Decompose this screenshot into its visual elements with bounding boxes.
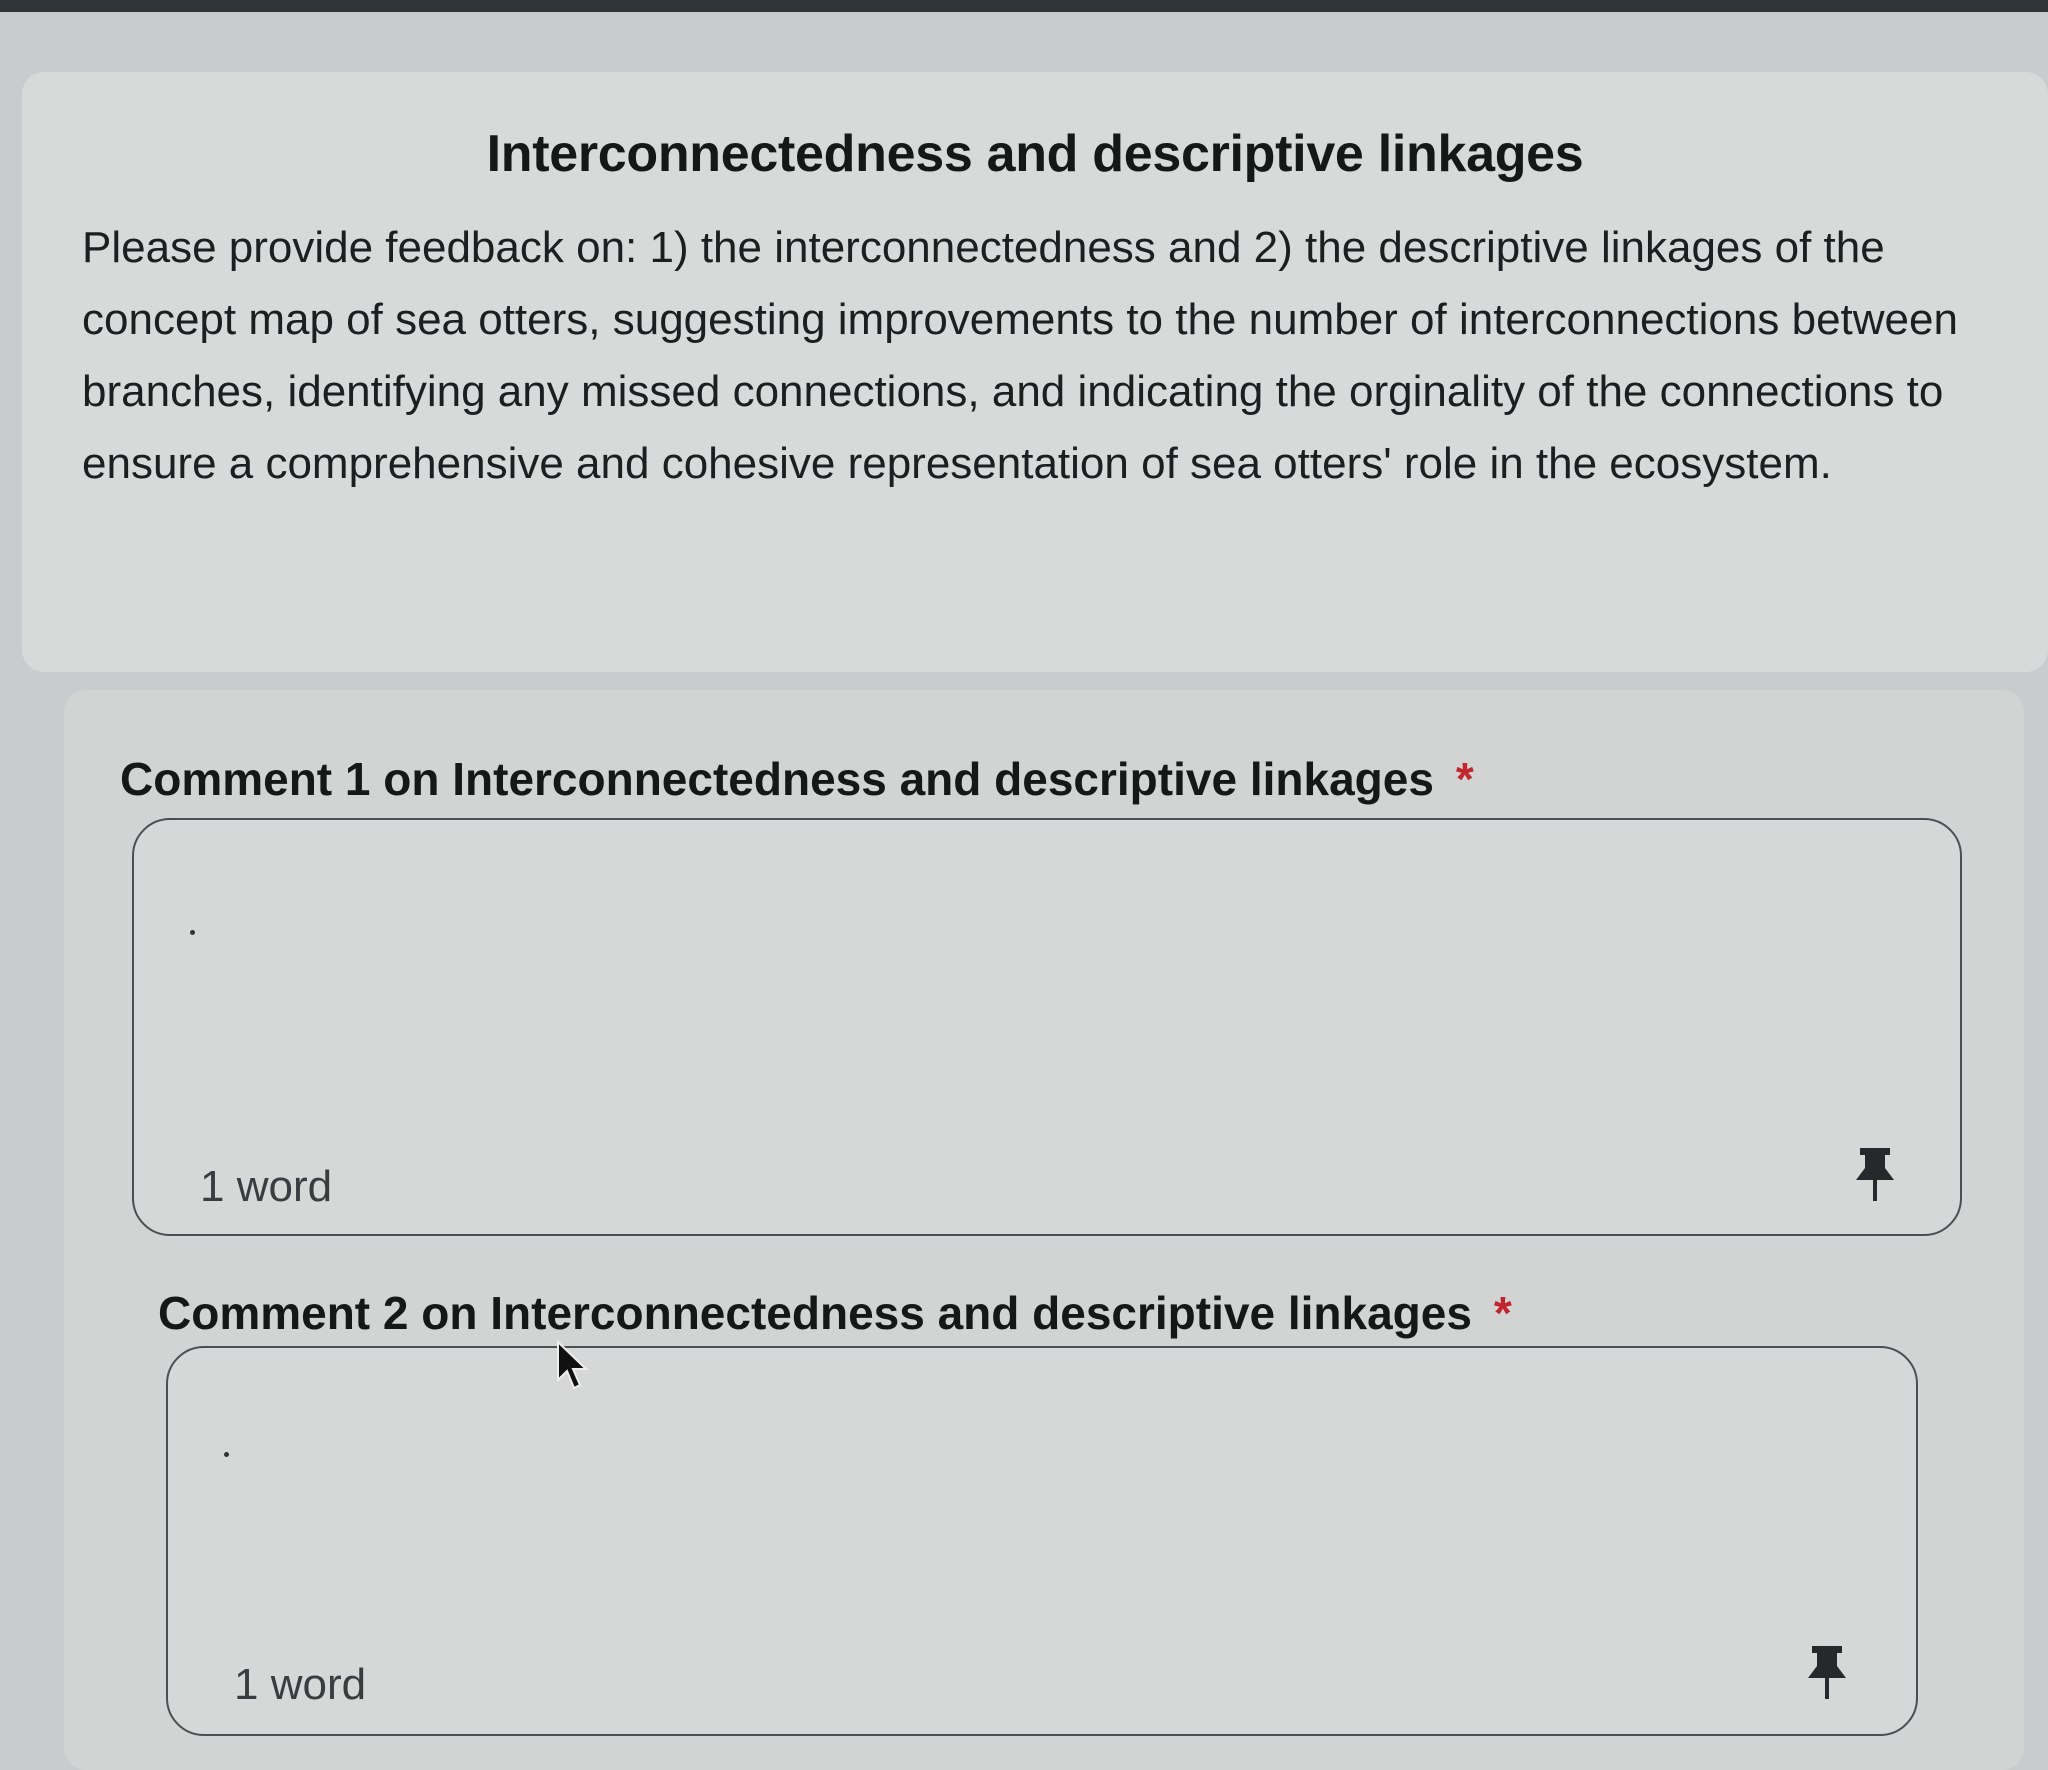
word-count: 1 word — [234, 1660, 367, 1709]
pushpin-icon[interactable] — [1804, 1644, 1850, 1702]
section-header-card: Interconnectedness and descriptive linka… — [22, 72, 2048, 672]
comment-2-textarea[interactable]: 1 word — [166, 1346, 1918, 1736]
section-title: Interconnectedness and descriptive linka… — [486, 125, 1584, 183]
question-1-label-text: Comment 1 on Interconnectedness and desc… — [120, 753, 1434, 805]
question-2-label-text: Comment 2 on Interconnectedness and desc… — [158, 1287, 1472, 1339]
question-1-label: Comment 1 on Interconnectedness and desc… — [120, 752, 1474, 806]
section-description: Please provide feedback on: 1) the inter… — [82, 223, 1958, 488]
pushpin-icon[interactable] — [1852, 1146, 1898, 1204]
word-count: 1 word — [200, 1162, 333, 1211]
window-top-bar — [0, 0, 2048, 12]
comment-1-textarea[interactable]: 1 word — [132, 818, 1962, 1236]
text-caret — [190, 930, 195, 935]
text-caret — [224, 1452, 229, 1457]
mouse-pointer-icon — [557, 1340, 589, 1390]
required-asterisk: * — [1455, 753, 1474, 805]
required-asterisk: * — [1493, 1287, 1512, 1339]
question-2-label: Comment 2 on Interconnectedness and desc… — [158, 1286, 1512, 1340]
